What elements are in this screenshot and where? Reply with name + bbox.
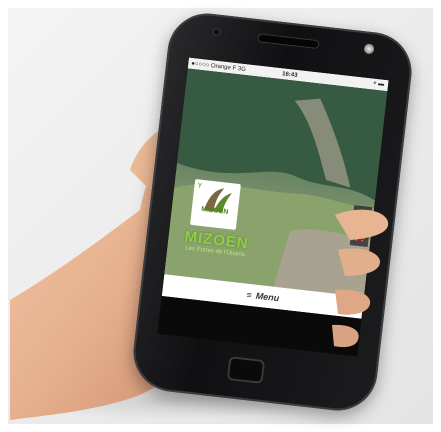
fingers-illustration — [332, 209, 389, 348]
